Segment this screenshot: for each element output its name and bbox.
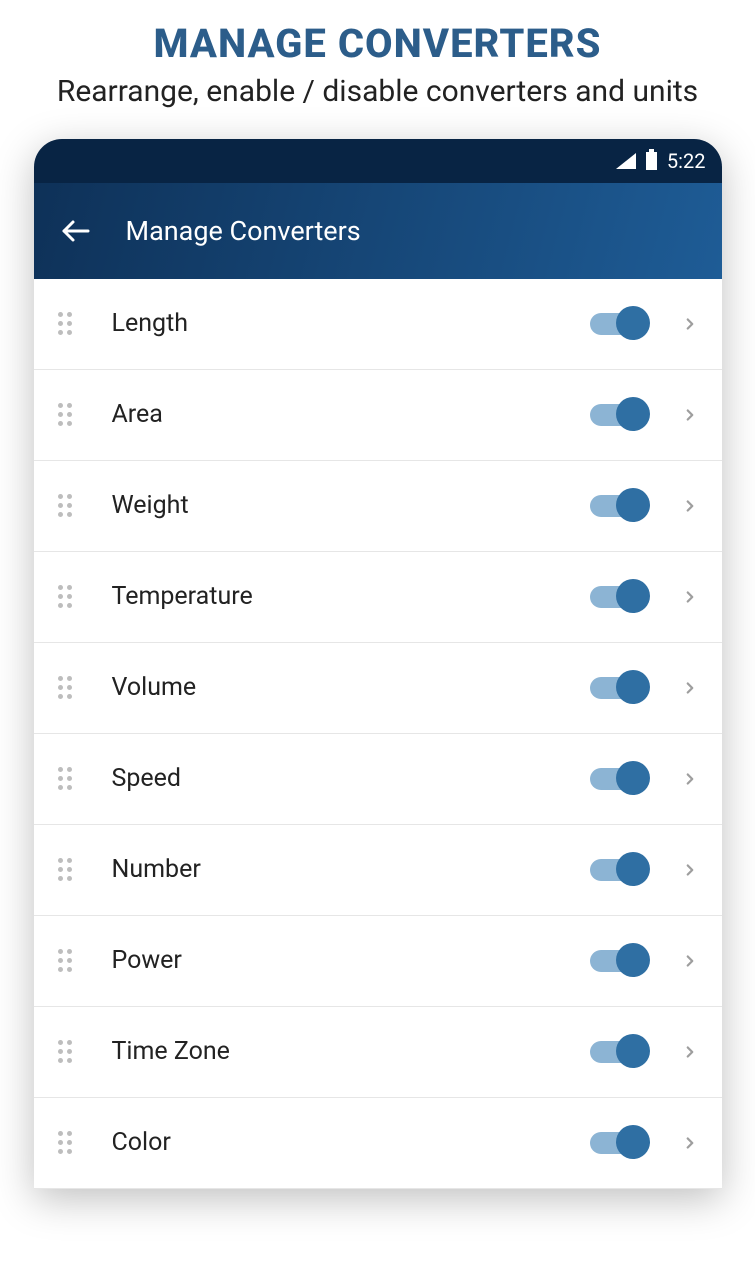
enable-toggle[interactable] [590,1132,644,1154]
enable-toggle[interactable] [590,859,644,881]
chevron-right-icon[interactable] [678,858,702,882]
converter-row[interactable]: Length [34,279,722,370]
status-time: 5:22 [667,149,706,173]
chevron-right-icon[interactable] [678,676,702,700]
converter-label: Temperature [96,582,570,611]
converter-row[interactable]: Weight [34,461,722,552]
converter-label: Number [96,855,570,884]
drag-handle-icon[interactable] [54,312,76,335]
drag-handle-icon[interactable] [54,494,76,517]
enable-toggle[interactable] [590,495,644,517]
promo-header: MANAGE CONVERTERS Rearrange, enable / di… [0,0,755,121]
chevron-right-icon[interactable] [678,1131,702,1155]
drag-handle-icon[interactable] [54,767,76,790]
battery-icon [646,152,657,170]
drag-handle-icon[interactable] [54,949,76,972]
status-bar: 5:22 [34,139,722,183]
converter-label: Volume [96,673,570,702]
chevron-right-icon[interactable] [678,1040,702,1064]
drag-handle-icon[interactable] [54,858,76,881]
chevron-right-icon[interactable] [678,767,702,791]
drag-handle-icon[interactable] [54,585,76,608]
promo-title: MANAGE CONVERTERS [40,20,715,67]
drag-handle-icon[interactable] [54,676,76,699]
converter-label: Color [96,1128,570,1157]
signal-icon [616,153,636,169]
converter-label: Power [96,946,570,975]
drag-handle-icon[interactable] [54,1040,76,1063]
enable-toggle[interactable] [590,768,644,790]
converter-label: Weight [96,491,570,520]
chevron-right-icon[interactable] [678,403,702,427]
converter-row[interactable]: Color [34,1098,722,1189]
converter-label: Length [96,309,570,338]
enable-toggle[interactable] [590,404,644,426]
converter-row[interactable]: Area [34,370,722,461]
chevron-right-icon[interactable] [678,949,702,973]
enable-toggle[interactable] [590,1041,644,1063]
converter-label: Area [96,400,570,429]
converter-row[interactable]: Speed [34,734,722,825]
chevron-right-icon[interactable] [678,494,702,518]
drag-handle-icon[interactable] [54,1131,76,1154]
converter-label: Time Zone [96,1037,570,1066]
converter-row[interactable]: Power [34,916,722,1007]
promo-subtitle: Rearrange, enable / disable converters a… [40,73,715,111]
enable-toggle[interactable] [590,677,644,699]
chevron-right-icon[interactable] [678,312,702,336]
app-bar-title: Manage Converters [126,215,361,247]
app-bar: Manage Converters [34,183,722,279]
drag-handle-icon[interactable] [54,403,76,426]
converter-list: Length Area Weight Temperature Volume Speed Nu… [34,279,722,1189]
converter-row[interactable]: Volume [34,643,722,734]
chevron-right-icon[interactable] [678,585,702,609]
converter-row[interactable]: Number [34,825,722,916]
enable-toggle[interactable] [590,950,644,972]
converter-row[interactable]: Temperature [34,552,722,643]
back-icon[interactable] [58,213,94,249]
converter-row[interactable]: Time Zone [34,1007,722,1098]
enable-toggle[interactable] [590,586,644,608]
enable-toggle[interactable] [590,313,644,335]
converter-label: Speed [96,764,570,793]
phone-frame: 5:22 Manage Converters Length Area Weight T… [34,139,722,1189]
